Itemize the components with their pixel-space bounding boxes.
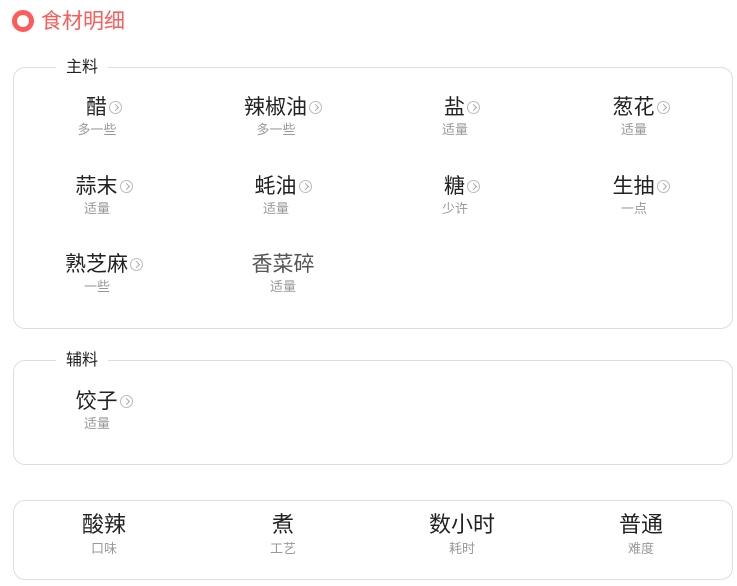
ingredient-amount: 多一些 xyxy=(256,123,296,138)
ingredient-item: 香菜碎 适量 xyxy=(193,250,373,297)
summary-label: 工艺 xyxy=(269,542,296,557)
summary-item-technique: 煮 工艺 xyxy=(193,512,373,559)
secondary-ingredients-box: 辅料 饺子 适量 xyxy=(13,350,733,465)
ingredient-name: 葱花 xyxy=(612,95,655,119)
chevron-right-icon xyxy=(656,179,670,193)
ingredient-name-link[interactable]: 盐 xyxy=(444,93,480,121)
ingredient-name-link[interactable]: 醋 xyxy=(86,93,122,121)
ingredient-name-link[interactable]: 糖 xyxy=(444,172,480,200)
ingredient-name-link[interactable]: 辣椒油 xyxy=(244,93,322,121)
ingredient-name: 蒜末 xyxy=(75,174,118,198)
summary-item-time: 数小时 耗时 xyxy=(372,512,552,559)
ingredient-amount: 适量 xyxy=(441,123,468,138)
section-header: 食材明细 xyxy=(12,6,125,36)
ingredient-name-link[interactable]: 生抽 xyxy=(613,172,670,200)
ingredient-name: 盐 xyxy=(444,95,465,119)
ingredient-name-link[interactable]: 蒜末 xyxy=(76,172,133,200)
ingredient-name-link[interactable]: 熟芝麻 xyxy=(65,250,143,278)
ingredient-name: 熟芝麻 xyxy=(65,252,128,276)
ingredient-amount: 一些 xyxy=(83,280,110,295)
ingredient-item[interactable]: 生抽 一点 xyxy=(551,172,731,219)
ingredient-amount: 适量 xyxy=(262,202,289,217)
ingredient-item[interactable]: 饺子 适量 xyxy=(14,387,194,434)
ingredient-item[interactable]: 糖 少许 xyxy=(372,172,552,219)
main-ingredients-legend: 主料 xyxy=(56,57,109,77)
ingredient-name: 辣椒油 xyxy=(244,95,307,119)
summary-item-difficulty: 普通 难度 xyxy=(551,512,731,559)
chevron-right-icon xyxy=(119,179,133,193)
secondary-ingredients-legend: 辅料 xyxy=(56,350,109,370)
summary-value: 普通 xyxy=(618,513,663,538)
ingredient-name: 蚝油 xyxy=(254,174,297,198)
chevron-right-icon xyxy=(130,257,143,271)
ingredient-name-link[interactable]: 葱花 xyxy=(613,93,670,121)
ingredient-amount: 一点 xyxy=(620,202,647,217)
ingredient-amount: 少许 xyxy=(441,202,468,217)
ingredient-item[interactable]: 辣椒油 多一些 xyxy=(193,93,373,140)
ingredient-item[interactable]: 熟芝麻 一些 xyxy=(14,250,194,297)
chevron-right-icon xyxy=(298,179,312,193)
ingredient-name: 生抽 xyxy=(612,174,655,198)
chevron-right-icon xyxy=(467,179,480,193)
ingredient-amount: 适量 xyxy=(83,417,110,432)
ingredient-item[interactable]: 蚝油 适量 xyxy=(193,172,373,219)
summary-label: 口味 xyxy=(90,542,117,557)
summary-label: 难度 xyxy=(627,542,654,557)
ingredient-name: 醋 xyxy=(86,95,107,119)
ingredient-item[interactable]: 盐 适量 xyxy=(372,93,552,140)
ingredient-name: 饺子 xyxy=(75,389,118,413)
ingredient-name-link[interactable]: 蚝油 xyxy=(255,172,312,200)
summary-value: 酸辣 xyxy=(81,513,126,538)
ingredient-name: 糖 xyxy=(444,174,465,198)
ingredient-item[interactable]: 醋 多一些 xyxy=(14,93,194,140)
ingredient-amount: 适量 xyxy=(83,202,110,217)
chevron-right-icon xyxy=(119,394,133,408)
ingredient-amount: 适量 xyxy=(620,123,647,138)
ring-icon xyxy=(12,10,34,32)
ingredient-item[interactable]: 蒜末 适量 xyxy=(14,172,194,219)
chevron-right-icon xyxy=(109,100,122,114)
chevron-right-icon xyxy=(467,100,480,114)
chevron-right-icon xyxy=(656,100,670,114)
chevron-right-icon xyxy=(309,100,322,114)
ingredient-amount: 多一些 xyxy=(77,123,117,138)
ingredient-item[interactable]: 葱花 适量 xyxy=(551,93,731,140)
summary-item-taste: 酸辣 口味 xyxy=(14,512,194,559)
ingredient-name: 香菜碎 xyxy=(251,252,315,276)
summary-label: 耗时 xyxy=(448,542,475,557)
ingredient-amount: 适量 xyxy=(269,280,296,295)
section-title: 食材明细 xyxy=(41,9,125,33)
ingredient-name-link[interactable]: 饺子 xyxy=(76,387,133,415)
summary-value: 数小时 xyxy=(428,513,495,538)
main-ingredients-box: 主料 醋 多一些 辣椒油 多一些 盐 适量 葱花 适量 蒜末 适量 蚝油 适量 … xyxy=(13,57,733,329)
recipe-summary-box: 酸辣 口味 煮 工艺 数小时 耗时 普通 难度 xyxy=(13,500,733,580)
summary-value: 煮 xyxy=(271,513,294,538)
